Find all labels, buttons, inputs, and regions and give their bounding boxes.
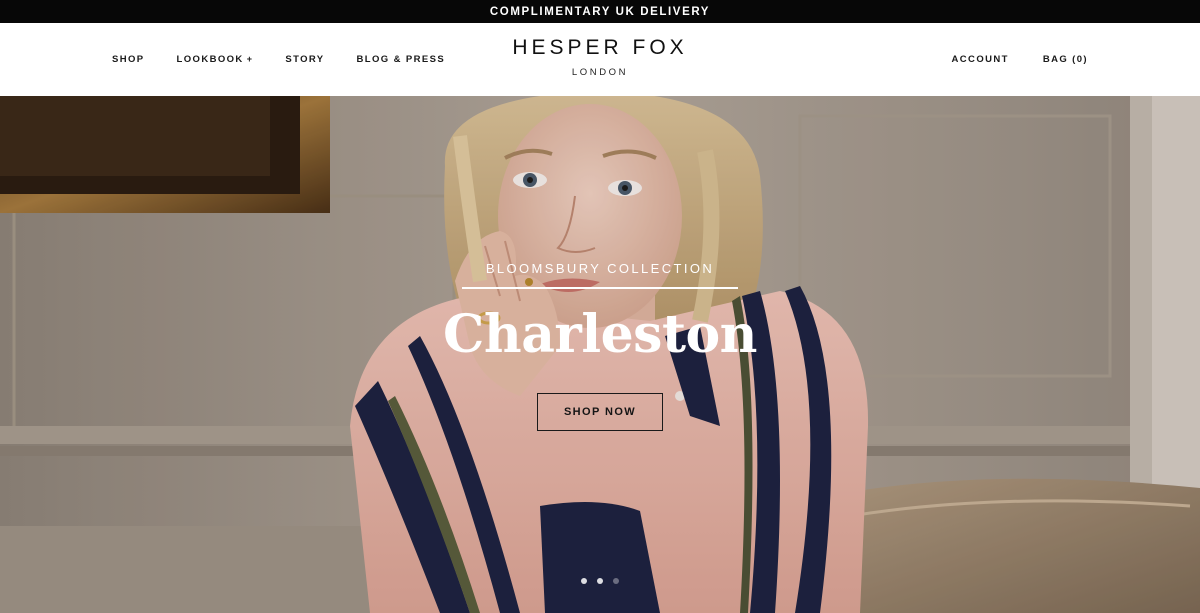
- shop-now-button[interactable]: SHOP NOW: [537, 393, 663, 431]
- utility-nav: ACCOUNT BAG (0): [918, 54, 1088, 65]
- bag-link[interactable]: BAG (0): [1043, 54, 1088, 65]
- collection-eyebrow: BLOOMSBURY COLLECTION: [485, 261, 715, 276]
- hero-content: BLOOMSBURY COLLECTION Charleston SHOP NO…: [0, 96, 1200, 613]
- carousel-dot-2[interactable]: [597, 578, 603, 584]
- logo-location: LONDON: [571, 67, 629, 78]
- hero-banner: BLOOMSBURY COLLECTION Charleston SHOP NO…: [0, 96, 1200, 613]
- carousel-dots: [0, 578, 1200, 584]
- carousel-dot-3[interactable]: [613, 578, 619, 584]
- hero-headline: Charleston: [443, 304, 757, 365]
- announcement-bar: COMPLIMENTARY UK DELIVERY: [0, 0, 1200, 23]
- account-link[interactable]: ACCOUNT: [952, 54, 1009, 65]
- eyebrow-divider: [462, 287, 738, 289]
- carousel-dot-1[interactable]: [581, 578, 587, 584]
- announcement-text: COMPLIMENTARY UK DELIVERY: [489, 5, 711, 18]
- site-header: SHOP LOOKBOOK + STORY BLOG & PRESS HESPER…: [0, 23, 1200, 96]
